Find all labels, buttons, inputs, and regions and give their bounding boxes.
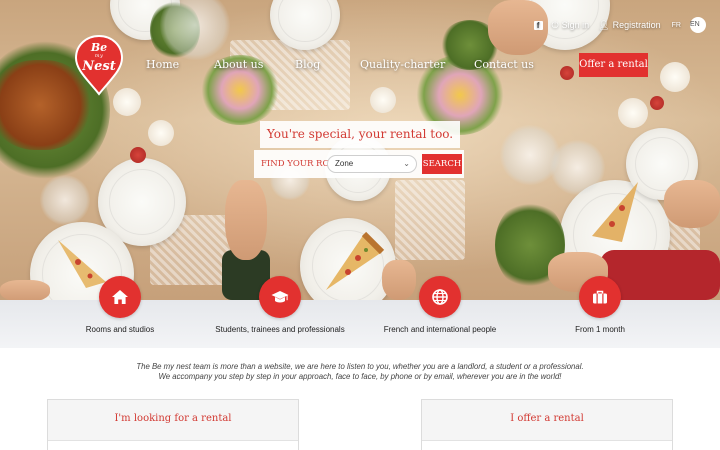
suitcase-icon	[593, 290, 607, 304]
registration-label: Registration	[612, 20, 661, 30]
feature-rooms-label: Rooms and studios	[85, 325, 155, 334]
brand-logo[interactable]: Be my Nest	[74, 34, 124, 96]
zone-select[interactable]: Zone ⌄	[327, 155, 417, 173]
offer-rental-button[interactable]: Offer a rental	[579, 53, 648, 77]
room-search-bar: FIND YOUR ROOM Zone ⌄ SEARCH	[254, 150, 464, 178]
nav-blog[interactable]: Blog	[295, 58, 320, 71]
feature-students-label: Students, trainees and professionals	[215, 325, 345, 334]
feature-students-circle	[259, 276, 301, 318]
language-en[interactable]: EN	[690, 17, 706, 33]
zone-select-value: Zone	[335, 159, 354, 168]
top-utility-bar: f ⏻ Sign in 👤︎ Registration FR EN	[533, 16, 706, 34]
offer-rental-body	[422, 440, 672, 450]
user-icon: 👤︎	[598, 19, 610, 30]
facebook-link[interactable]: f	[533, 20, 543, 30]
intro-text: The Be my nest team is more than a websi…	[60, 362, 660, 382]
search-button[interactable]: SEARCH	[422, 154, 462, 174]
nav-contact-us[interactable]: Contact us	[474, 58, 534, 71]
hero-tagline: You're special, your rental too.	[260, 121, 460, 148]
looking-for-rental-panel[interactable]: I'm looking for a rental	[47, 399, 299, 450]
looking-for-rental-title: I'm looking for a rental	[114, 413, 232, 424]
page: Be my Nest f ⏻ Sign in 👤︎ Registration F…	[0, 0, 720, 450]
feature-duration-label: From 1 month	[575, 325, 625, 334]
offer-rental-title: I offer a rental	[510, 413, 584, 424]
facebook-icon: f	[533, 20, 543, 30]
registration-link[interactable]: 👤︎ Registration	[598, 20, 660, 31]
feature-international-circle	[419, 276, 461, 318]
nav-home[interactable]: Home	[146, 58, 179, 71]
nav-quality-charter[interactable]: Quality-charter	[360, 58, 445, 71]
intro-line-2: We accompany you step by step in your ap…	[158, 372, 562, 381]
language-fr[interactable]: FR	[672, 22, 681, 29]
chevron-down-icon: ⌄	[403, 159, 410, 168]
feature-international-label: French and international people	[383, 325, 497, 334]
offer-rental-panel[interactable]: I offer a rental	[421, 399, 673, 450]
home-icon	[112, 290, 128, 304]
nav-about-us[interactable]: About us	[214, 58, 263, 71]
signin-label: Sign in	[561, 20, 590, 30]
looking-for-rental-body	[48, 440, 298, 450]
graduation-cap-icon	[271, 291, 289, 303]
signin-link[interactable]: ⏻ Sign in	[552, 20, 590, 31]
feature-duration-circle	[579, 276, 621, 318]
globe-icon	[432, 289, 448, 305]
logo-wordmark: Be my Nest	[82, 41, 116, 74]
feature-rooms-circle	[99, 276, 141, 318]
intro-line-1: The Be my nest team is more than a websi…	[136, 362, 584, 371]
power-icon: ⏻	[551, 19, 559, 30]
